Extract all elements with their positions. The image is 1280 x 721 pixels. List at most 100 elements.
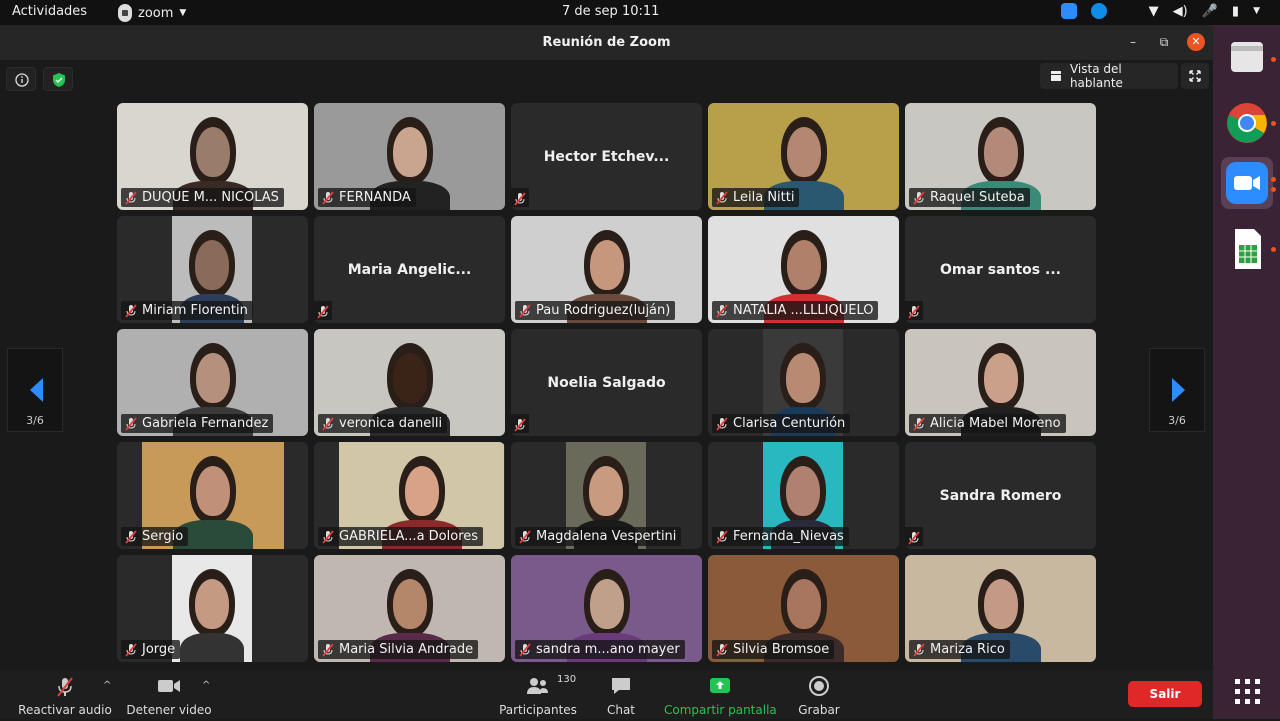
window-titlebar: Reunión de Zoom – ⧉ ✕ (0, 25, 1213, 60)
mic-muted-icon (912, 190, 926, 205)
participant-display-name: Hector Etchev... (543, 149, 670, 165)
participant-face (195, 353, 230, 403)
grid-view-icon (1050, 71, 1061, 81)
participant-name-label: Mariza Rico (909, 640, 1010, 659)
participant-name-label: GABRIELA...a Dolores (318, 527, 484, 546)
mic-muted-icon (905, 301, 923, 320)
participant-name: Clarisa Centurión (733, 416, 846, 431)
running-indicator (1271, 57, 1276, 62)
participant-tile[interactable]: veronica danelli (314, 329, 505, 436)
participant-tile[interactable]: NATALIA ...LLLIQUELO (708, 216, 899, 323)
video-camera-icon (158, 680, 180, 692)
participant-tile[interactable]: DUQUE M... NICOLAS (117, 103, 308, 210)
participant-name-label: Raquel Suteba (909, 188, 1030, 207)
teamviewer-icon[interactable] (1090, 3, 1107, 19)
zoom-tray-icon[interactable] (1060, 3, 1077, 19)
meeting-info-button[interactable] (6, 67, 36, 91)
running-indicator (1271, 247, 1276, 252)
participant-name: Leila Nitti (733, 190, 795, 205)
ubuntu-dock (1213, 25, 1280, 719)
mic-muted-icon (511, 188, 529, 207)
participant-display-name: Sandra Romero (939, 488, 1062, 504)
files-icon[interactable] (1221, 32, 1273, 84)
running-indicator (1271, 187, 1276, 192)
participant-tile[interactable]: FERNANDA (314, 103, 505, 210)
chrome-icon[interactable] (1221, 97, 1273, 149)
maximize-button[interactable]: ⧉ (1155, 33, 1173, 51)
volume-icon[interactable]: ◀) (1173, 4, 1188, 19)
participant-tile[interactable]: Hector Etchev... (511, 103, 702, 210)
arrow-left-icon (30, 378, 43, 402)
fullscreen-icon (1189, 70, 1201, 82)
spreadsheet-icon[interactable] (1221, 223, 1273, 275)
fullscreen-button[interactable] (1181, 63, 1209, 89)
participant-tile[interactable]: Noelia Salgado (511, 329, 702, 436)
previous-page-button[interactable]: 3/6 (7, 348, 63, 432)
participant-tile[interactable]: Miriam Florentin (117, 216, 308, 323)
mic-muted-icon (321, 190, 335, 205)
participant-face (196, 466, 230, 516)
running-indicator (1271, 121, 1276, 126)
activities-button[interactable]: Actividades (12, 4, 87, 19)
zoom-icon[interactable] (1221, 157, 1273, 209)
participant-face (786, 466, 820, 516)
audio-options-caret[interactable]: ^ (103, 680, 111, 691)
share-screen-label: Compartir pantalla (664, 703, 777, 717)
arrow-right-icon (1172, 378, 1185, 402)
close-button[interactable]: ✕ (1187, 33, 1205, 51)
clock[interactable]: 7 de sep 10:11 (562, 4, 659, 19)
window-title: Reunión de Zoom (542, 35, 671, 50)
record-button[interactable]: Grabar (794, 675, 844, 717)
participant-name-label: Maria Silvia Andrade (318, 640, 479, 659)
share-screen-button[interactable]: Compartir pantalla (664, 675, 777, 717)
chat-button[interactable]: Chat (598, 675, 644, 717)
app-grid-icon[interactable] (1221, 665, 1273, 717)
participant-tile[interactable]: Sergio (117, 442, 308, 549)
mic-muted-icon (124, 303, 138, 318)
unmute-button[interactable]: Reactivar audio (16, 675, 114, 717)
participant-tile[interactable]: Jorge (117, 555, 308, 662)
participant-name: FERNANDA (339, 190, 411, 205)
next-page-button[interactable]: 3/6 (1149, 348, 1205, 432)
speaker-view-button[interactable]: Vista del hablante (1040, 62, 1178, 90)
participant-video (172, 555, 252, 662)
participant-name: Magdalena Vespertini (536, 529, 677, 544)
app-menu[interactable]: zoom ▼ (118, 4, 186, 22)
video-options-caret[interactable]: ^ (202, 680, 210, 691)
participant-tile[interactable]: Clarisa Centurión (708, 329, 899, 436)
participant-tile[interactable]: Raquel Suteba (905, 103, 1096, 210)
record-icon (809, 676, 829, 696)
system-tray[interactable]: ▼ ◀) 🎤 ▮ ▼ (1060, 3, 1260, 19)
participant-name-label: Silvia Bromsoe (712, 640, 835, 659)
participant-tile[interactable]: Gabriela Fernandez (117, 329, 308, 436)
mic-muted-icon (518, 642, 532, 657)
wifi-icon[interactable]: ▼ (1149, 4, 1159, 19)
system-topbar: Actividades zoom ▼ 7 de sep 10:11 ▼ ◀) 🎤… (0, 0, 1280, 25)
leave-button[interactable]: Salir (1128, 681, 1202, 707)
participant-tile[interactable]: sandra m...ano mayer (511, 555, 702, 662)
participant-face (786, 127, 821, 177)
participant-face (195, 240, 229, 290)
participant-tile[interactable]: Maria Angelic... (314, 216, 505, 323)
participant-tile[interactable]: Leila Nitti (708, 103, 899, 210)
participant-tile[interactable]: Silvia Bromsoe (708, 555, 899, 662)
record-label: Grabar (798, 703, 840, 717)
encryption-button[interactable] (43, 67, 73, 91)
app-name: zoom (138, 5, 174, 21)
participant-tile[interactable]: Fernanda_Nievas (708, 442, 899, 549)
minimize-button[interactable]: – (1124, 33, 1142, 51)
participant-tile[interactable]: GABRIELA...a Dolores (314, 442, 505, 549)
participant-tile[interactable]: Alicia Mabel Moreno (905, 329, 1096, 436)
chevron-down-icon[interactable]: ▼ (1253, 6, 1260, 16)
participant-tile[interactable]: Mariza Rico (905, 555, 1096, 662)
participant-tile[interactable]: Pau Rodriguez(luján) (511, 216, 702, 323)
microphone-icon[interactable]: 🎤 (1202, 4, 1218, 19)
participant-name-label: DUQUE M... NICOLAS (121, 188, 284, 207)
participant-tile[interactable]: Sandra Romero (905, 442, 1096, 549)
participant-tile[interactable]: Maria Silvia Andrade (314, 555, 505, 662)
battery-icon[interactable]: ▮ (1232, 4, 1239, 19)
mic-muted-icon (57, 677, 73, 697)
participant-tile[interactable]: Omar santos ... (905, 216, 1096, 323)
participant-tile[interactable]: Magdalena Vespertini (511, 442, 702, 549)
participant-face (195, 579, 229, 629)
